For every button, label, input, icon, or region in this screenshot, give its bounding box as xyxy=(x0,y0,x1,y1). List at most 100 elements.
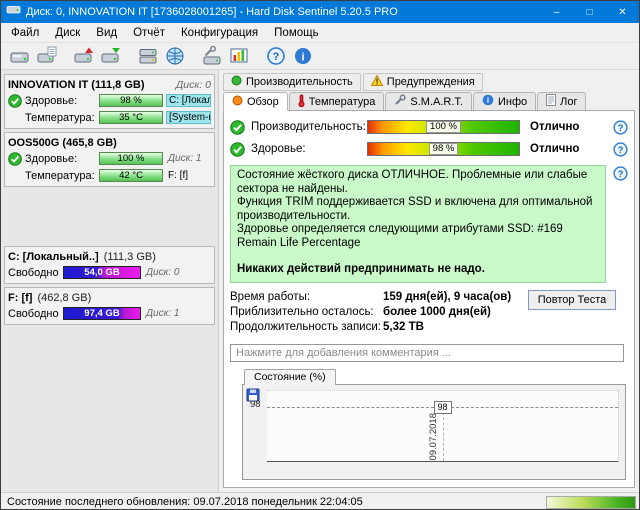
health-label: Здоровье: xyxy=(25,153,96,165)
menu-file[interactable]: Файл xyxy=(3,25,47,41)
partition-c-free-row: Свободно 54,0 GB Диск: 0 xyxy=(8,264,211,281)
tab-performance[interactable]: Производительность xyxy=(223,73,361,91)
health-ok-icon xyxy=(8,94,22,108)
help-icon[interactable]: ? xyxy=(263,45,288,68)
svg-text:?: ? xyxy=(618,123,624,134)
menu-view[interactable]: Вид xyxy=(88,25,125,41)
menu-report[interactable]: Отчёт xyxy=(125,25,173,41)
status-line: Функция TRIM поддерживается SSD и включе… xyxy=(237,196,599,223)
disk-0-health-row: Здоровье: 98 % C: [Локальн.. xyxy=(8,92,211,109)
disk-0-temp-bar: 35 °C xyxy=(99,111,163,124)
document-icon xyxy=(546,94,556,109)
chart-icon[interactable] xyxy=(226,45,251,68)
menu-configuration[interactable]: Конфигурация xyxy=(173,25,266,41)
menu-disk[interactable]: Диск xyxy=(47,25,88,41)
wrench-icon xyxy=(394,94,406,109)
disk-tools-icon[interactable] xyxy=(199,45,224,68)
health-bar: 98 % xyxy=(367,142,520,156)
health-history-chart: 98 98 09.07.2018 xyxy=(242,384,626,480)
check-icon xyxy=(230,142,245,157)
disk-1-header: OOS500G (465,8 GB) xyxy=(8,135,211,150)
health-label: Здоровье: xyxy=(251,143,367,155)
retest-button[interactable]: Повтор Теста xyxy=(528,290,616,310)
menubar: Файл Диск Вид Отчёт Конфигурация Помощь xyxy=(1,23,639,43)
tab-info[interactable]: i Инфо xyxy=(473,92,536,111)
disk-0-partition-c[interactable]: C: [Локальн.. xyxy=(166,94,211,107)
info-circle-icon: i xyxy=(482,94,494,109)
partition-c-name: C: [Локальный..](111,3 GB) xyxy=(8,251,156,263)
app-window: Диск: 0, INNOVATION IT [1736028001265] -… xyxy=(0,0,640,510)
disk-1-temp-row: Температура: 42 °C F: [f] xyxy=(8,167,211,184)
toolbar: ? i xyxy=(1,43,639,70)
disk-upload-icon[interactable] xyxy=(71,45,96,68)
overview-dot-icon xyxy=(232,95,243,109)
menu-help[interactable]: Помощь xyxy=(266,25,326,41)
temperature-label: Температура: xyxy=(25,170,96,182)
tab-health-chart[interactable]: Состояние (%) xyxy=(244,369,336,385)
update-progress-gradient xyxy=(546,496,636,509)
disk-0-number: Диск: 0 xyxy=(176,79,211,91)
disk-status-text: Состояние жёсткого диска ОТЛИЧНОЕ. Пробл… xyxy=(230,165,606,283)
sidebar-spacer xyxy=(4,190,215,246)
statusbar: Состояние последнего обновления: 09.07.2… xyxy=(1,492,639,510)
warning-icon xyxy=(371,75,383,89)
check-icon xyxy=(230,120,245,135)
disk-1-health-row: Здоровье: 100 % Диск: 1 xyxy=(8,150,211,167)
tab-warnings[interactable]: Предупреждения xyxy=(363,73,483,91)
info-icon[interactable]: i xyxy=(290,45,315,68)
overview-content: Производительность: 100 % Отлично ? Здор… xyxy=(223,110,635,488)
app-body: INNOVATION IT (111,8 GB) Диск: 0 Здоровь… xyxy=(1,70,639,492)
close-button[interactable]: ✕ xyxy=(606,1,639,23)
maximize-button[interactable]: □ xyxy=(573,1,606,23)
performance-row: Производительность: 100 % Отлично ? xyxy=(230,117,628,137)
window-title: Диск: 0, INNOVATION IT [1736028001265] -… xyxy=(26,6,535,18)
tab-smart[interactable]: S.M.A.R.T. xyxy=(385,92,472,111)
disk-panel-1[interactable]: OOS500G (465,8 GB) Здоровье: 100 % Диск:… xyxy=(4,132,215,187)
tab-overview[interactable]: Обзор xyxy=(223,92,288,111)
svg-text:?: ? xyxy=(618,145,624,156)
disk-0-temp-row: Температура: 35 °C [System-res.. xyxy=(8,109,211,126)
window-controls: – □ ✕ xyxy=(540,1,639,23)
svg-text:?: ? xyxy=(272,51,279,63)
svg-text:i: i xyxy=(301,52,304,64)
partition-f-free-bar: 97,4 GB xyxy=(63,307,141,320)
disk-0-header: INNOVATION IT (111,8 GB) Диск: 0 xyxy=(8,77,211,92)
temperature-label: Температура: xyxy=(25,112,96,124)
disk-0-partition-system[interactable]: [System-res.. xyxy=(166,111,211,124)
sidebar: INNOVATION IT (111,8 GB) Диск: 0 Здоровь… xyxy=(1,70,219,492)
disk-download-icon[interactable] xyxy=(98,45,123,68)
health-help-icon[interactable]: ? xyxy=(613,142,628,157)
chart-plot-area: 98 09.07.2018 xyxy=(267,390,619,462)
free-label: Свободно xyxy=(8,308,60,320)
thermometer-icon xyxy=(298,94,305,110)
disk-1-temp-bar: 42 °C xyxy=(99,169,163,182)
performance-dot-icon xyxy=(231,75,242,89)
partition-f-header: F: [f](462,8 GB) xyxy=(8,290,211,305)
titlebar: Диск: 0, INNOVATION IT [1736028001265] -… xyxy=(1,1,639,23)
globe-icon[interactable] xyxy=(162,45,187,68)
health-row: Здоровье: 98 % Отлично ? xyxy=(230,139,628,159)
minimize-button[interactable]: – xyxy=(540,1,573,23)
disk-panel-0[interactable]: INNOVATION IT (111,8 GB) Диск: 0 Здоровь… xyxy=(4,74,215,129)
partition-f-name: F: [f](462,8 GB) xyxy=(8,292,91,304)
partition-panel-c[interactable]: C: [Локальный..](111,3 GB) Свободно 54,0… xyxy=(4,246,215,284)
stats-section: Время работы: 159 дня(ей), 9 часа(ов) Пр… xyxy=(230,290,628,335)
status-help-icon[interactable]: ? xyxy=(613,166,628,181)
partition-panel-f[interactable]: F: [f](462,8 GB) Свободно 97,4 GB Диск: … xyxy=(4,287,215,325)
tab-log[interactable]: Лог xyxy=(537,92,586,111)
disk-report-icon[interactable] xyxy=(34,45,59,68)
health-status: Отлично xyxy=(530,143,613,155)
last-update-text: Состояние последнего обновления: 09.07.2… xyxy=(7,496,363,508)
tab-temperature[interactable]: Температура xyxy=(289,92,385,111)
comment-input[interactable] xyxy=(230,344,624,362)
chart-x-date-label: 09.07.2018 xyxy=(428,413,439,461)
disk-1-partition-f[interactable]: F: [f] xyxy=(166,169,211,182)
disk-icon[interactable] xyxy=(7,45,32,68)
performance-label: Производительность: xyxy=(251,121,367,133)
disk-pair-icon[interactable] xyxy=(135,45,160,68)
partition-c-disk-number: Диск: 0 xyxy=(144,266,211,279)
partition-c-free-bar: 54,0 GB xyxy=(63,266,141,279)
performance-help-icon[interactable]: ? xyxy=(613,120,628,135)
main-area: Производительность Предупреждения Обзор … xyxy=(219,70,639,492)
status-line: Состояние жёсткого диска ОТЛИЧНОЕ. Пробл… xyxy=(237,169,599,196)
